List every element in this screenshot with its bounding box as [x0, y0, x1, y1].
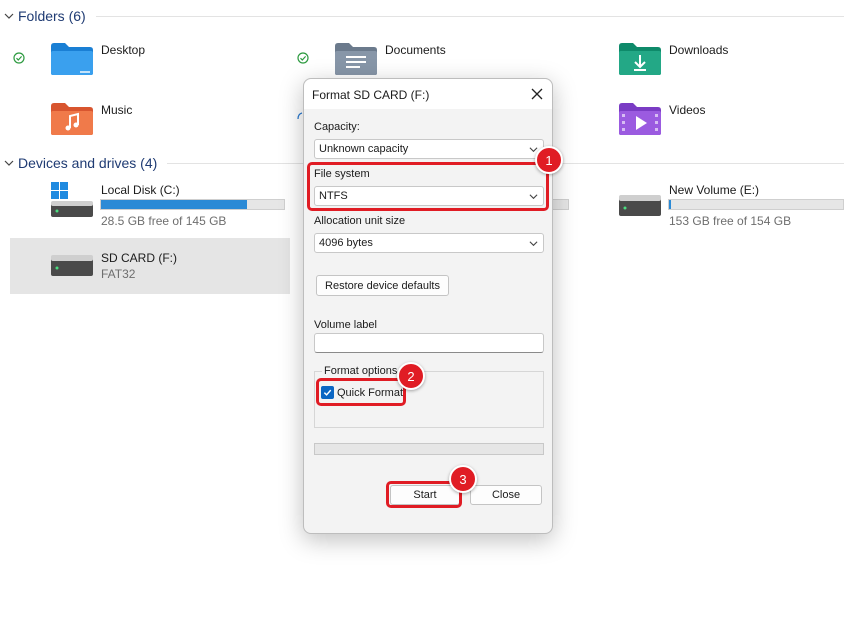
chevron-down-icon	[529, 241, 538, 247]
volume-label-caption: Volume label	[314, 319, 377, 331]
documents-folder-icon[interactable]	[334, 40, 378, 76]
chevron-down-icon	[4, 13, 14, 19]
music-folder-icon[interactable]	[50, 100, 94, 136]
folders-section-title: Folders (6)	[18, 8, 86, 24]
new-volume-drive-icon[interactable]	[618, 192, 662, 218]
close-icon	[531, 88, 543, 100]
drive-d-usage-bar	[552, 199, 569, 210]
folder-documents-label[interactable]: Documents	[385, 43, 446, 57]
dialog-title: Format SD CARD (F:)	[312, 88, 430, 102]
drive-f-filesystem: FAT32	[101, 267, 136, 281]
drive-c-usage-bar	[100, 199, 285, 210]
videos-folder-icon[interactable]	[618, 100, 662, 136]
highlight-file-system	[307, 162, 549, 211]
allocation-unit-select[interactable]: 4096 bytes	[314, 233, 544, 253]
drive-e-usage-bar	[668, 199, 844, 210]
drive-e-usage-fill	[669, 200, 671, 209]
step-badge-1: 1	[535, 146, 563, 174]
local-disk-drive-icon[interactable]	[50, 181, 94, 219]
folder-videos-label[interactable]: Videos	[669, 103, 705, 117]
section-divider	[95, 15, 844, 17]
restore-defaults-button[interactable]: Restore device defaults	[316, 275, 449, 296]
folder-desktop-label[interactable]: Desktop	[101, 43, 145, 57]
capacity-select[interactable]: Unknown capacity	[314, 139, 544, 159]
drives-section-title: Devices and drives (4)	[18, 155, 158, 171]
folder-downloads-label[interactable]: Downloads	[669, 43, 728, 57]
dialog-close-button[interactable]	[528, 85, 546, 103]
format-dialog: Format SD CARD (F:) Capacity: Unknown ca…	[303, 78, 553, 534]
step-badge-2: 2	[397, 362, 425, 390]
desktop-folder-icon[interactable]	[50, 40, 94, 76]
allocation-unit-label: Allocation unit size	[314, 215, 406, 227]
capacity-value: Unknown capacity	[319, 143, 409, 155]
chevron-down-icon	[4, 160, 14, 166]
drive-c-free-space: 28.5 GB free of 145 GB	[101, 214, 227, 228]
volume-label-input[interactable]	[314, 333, 544, 353]
format-progress-bar	[314, 443, 544, 455]
format-options-label: Format options	[322, 365, 400, 377]
folder-music-label[interactable]: Music	[101, 103, 132, 117]
drive-e-label[interactable]: New Volume (E:)	[669, 183, 759, 197]
sync-check-icon	[13, 52, 25, 64]
sd-card-drive-icon[interactable]	[50, 252, 94, 278]
downloads-folder-icon[interactable]	[618, 40, 662, 76]
step-badge-3: 3	[449, 465, 477, 493]
allocation-unit-value: 4096 bytes	[319, 237, 373, 249]
close-button[interactable]: Close	[470, 485, 542, 505]
capacity-label: Capacity:	[314, 121, 360, 133]
sync-check-icon	[297, 52, 309, 64]
drive-e-free-space: 153 GB free of 154 GB	[669, 214, 792, 228]
highlight-quick-format	[316, 378, 406, 406]
drive-c-label[interactable]: Local Disk (C:)	[101, 183, 180, 197]
drive-c-usage-fill	[101, 200, 248, 209]
drive-f-label[interactable]: SD CARD (F:)	[101, 251, 177, 265]
folders-section-header[interactable]: Folders (6)	[4, 5, 844, 27]
